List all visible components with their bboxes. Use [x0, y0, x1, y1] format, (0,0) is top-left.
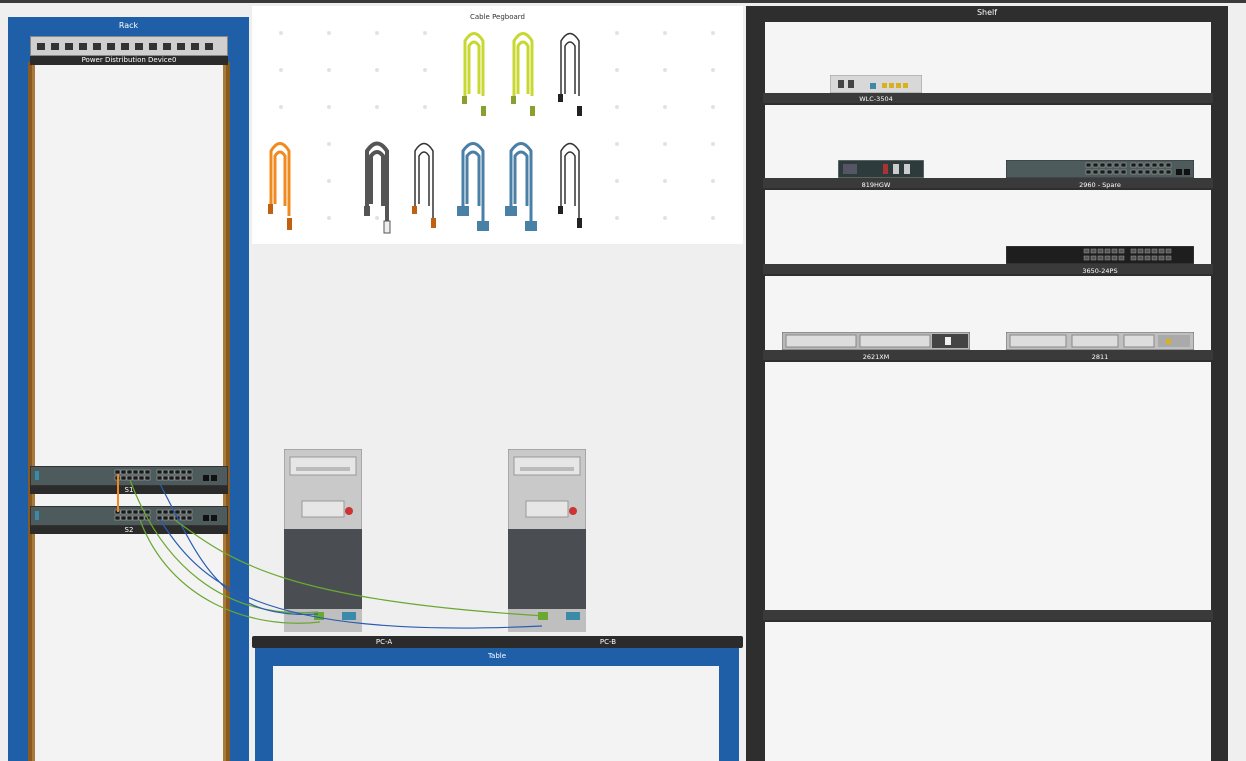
pdu-label: Power Distribution Device0 [81, 56, 177, 64]
pdu-label-bar: Power Distribution Device0 [30, 56, 228, 65]
pc-a-label: PC-A [375, 638, 393, 646]
rack-rail-left [28, 62, 32, 761]
pc-a-tower[interactable] [284, 449, 362, 632]
pc-b-label: PC-B [599, 638, 617, 646]
pc-b-tower[interactable] [508, 449, 586, 632]
switch-3650-device[interactable] [1006, 246, 1194, 264]
router-2811-device[interactable] [1006, 332, 1194, 350]
shelf-title: Shelf [976, 8, 998, 17]
power-distribution-device[interactable] [30, 36, 228, 56]
router-2621xm-label: 2621XM [862, 353, 890, 361]
rack-rail-right [226, 62, 230, 761]
router-2621xm-device[interactable] [782, 332, 970, 350]
table-interior [273, 666, 719, 761]
switch-s1-label: S1 [124, 486, 134, 494]
pdu-outlets [31, 37, 227, 55]
rack-interior [32, 62, 226, 761]
switch-s1[interactable] [30, 466, 228, 486]
switch-2960-spare-device[interactable] [1006, 160, 1194, 178]
switch-s1-ports [31, 467, 227, 485]
switch-s1-label-bar: S1 [30, 486, 228, 494]
pegboard-cables [268, 31, 715, 234]
switch-2960-spare-label: 2960 - Spare [1079, 181, 1121, 189]
wlc-3504-label: WLC-3504 [859, 95, 893, 103]
819hgw-device[interactable] [838, 160, 924, 178]
rack-title: Rack [118, 21, 139, 30]
819hgw-label: 819HGW [861, 181, 891, 189]
wlc-3504-device[interactable] [830, 75, 922, 93]
table-title: Table [487, 652, 507, 660]
switch-s2-label: S2 [124, 526, 134, 534]
shelf-board-5 [763, 610, 1213, 620]
shelf-bay-5 [765, 362, 1211, 610]
switch-3650-label: 3650-24PS [1082, 267, 1118, 275]
top-border [0, 0, 1246, 3]
switch-s2[interactable] [30, 506, 228, 526]
router-2811-label: 2811 [1091, 353, 1109, 361]
table-top [252, 636, 743, 648]
switch-s2-ports [31, 507, 227, 525]
switch-s2-label-bar: S2 [30, 526, 228, 534]
shelf-bay-6 [765, 622, 1211, 761]
